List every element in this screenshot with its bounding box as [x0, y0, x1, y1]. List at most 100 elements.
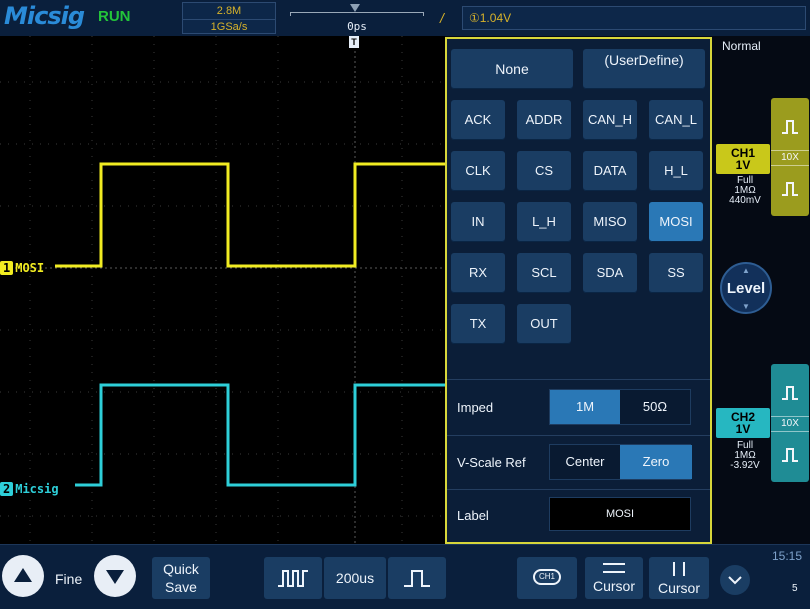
preset-userdefine-button[interactable]: (UserDefine) — [583, 49, 705, 89]
cursor-label: Cursor — [657, 580, 700, 596]
pulse-up-icon[interactable] — [781, 118, 799, 136]
memory-depth: 2.8M — [183, 4, 275, 20]
imped-50ohm-option[interactable]: 50Ω — [620, 390, 690, 424]
preset-in-button[interactable]: IN — [451, 202, 505, 242]
preset-mosi-button[interactable]: MOSI — [649, 202, 703, 242]
arrow-down-icon — [106, 570, 124, 584]
level-down-icon: ▼ — [742, 302, 750, 311]
imped-selector[interactable]: 1M 50Ω — [549, 389, 691, 425]
preset-can-h-button[interactable]: CAN_H — [583, 100, 637, 140]
imped-label: Imped — [457, 400, 494, 415]
trigger-level-box[interactable]: ①1.04V — [462, 6, 806, 30]
vscale-center-option[interactable]: Center — [550, 445, 620, 479]
run-state[interactable]: RUN — [98, 8, 131, 25]
sample-rate: 1GSa/s — [210, 21, 248, 33]
vscale-ref-selector[interactable]: Center Zero — [549, 444, 692, 480]
ch1-info: Full 1MΩ 440mV — [720, 176, 770, 206]
preset-rx-button[interactable]: RX — [451, 253, 505, 293]
pulse-down-icon[interactable] — [781, 446, 799, 464]
trigger-marker-icon[interactable]: T — [349, 36, 359, 48]
ch2-tag: 2 — [0, 482, 14, 496]
bottom-bar: Fine Quick Save 200us CH1 Cursor Cursor … — [0, 544, 810, 609]
quick-save-line-2: Save — [165, 579, 197, 595]
wide-pulse-icon — [404, 570, 430, 587]
ch2-probe-panel[interactable]: 10X — [771, 364, 809, 482]
timebase-value[interactable]: 200us — [324, 557, 386, 599]
battery-indicator: 5 — [792, 583, 798, 594]
expand-menu-button[interactable] — [720, 565, 750, 595]
channel-select-button[interactable]: CH1 — [517, 557, 577, 599]
channel-label-panel: None (UserDefine) ACK ADDR CAN_H CAN_L C… — [445, 37, 712, 544]
pulse-up-icon[interactable] — [781, 384, 799, 402]
horizontal-position-bar[interactable]: 0ps — [282, 2, 432, 34]
level-label: Level — [726, 280, 766, 297]
level-up-icon: ▲ — [742, 266, 750, 275]
label-value-field[interactable]: MOSI — [549, 497, 691, 531]
chevron-down-icon — [728, 576, 742, 585]
acquisition-box[interactable]: 2.8M 1GSa/s — [182, 2, 276, 34]
fine-down-button[interactable] — [94, 555, 136, 597]
ch2-info: Full 1MΩ -3.92V — [720, 441, 770, 471]
preset-none-button[interactable]: None — [451, 49, 573, 89]
ch1-scale-badge[interactable]: CH1 1V — [716, 144, 770, 174]
ch2-scale-badge[interactable]: CH2 1V — [716, 408, 770, 438]
preset-out-button[interactable]: OUT — [517, 304, 571, 344]
preset-ss-button[interactable]: SS — [649, 253, 703, 293]
timeline-track — [290, 12, 424, 16]
arrow-up-icon — [14, 568, 32, 582]
right-sidebar: Normal 10X CH1 1V Full 1MΩ 440mV ▲ Level… — [712, 36, 810, 544]
preset-clk-button[interactable]: CLK — [451, 151, 505, 191]
ch1-trace — [55, 162, 445, 268]
preset-miso-button[interactable]: MISO — [583, 202, 637, 242]
panel-divider — [447, 489, 710, 490]
preset-h-l-button[interactable]: H_L — [649, 151, 703, 191]
ch1-probe-panel[interactable]: 10X — [771, 98, 809, 216]
vertical-cursor-icon — [673, 562, 685, 576]
timebase-faster-button[interactable] — [264, 557, 322, 599]
fine-label[interactable]: Fine — [55, 571, 82, 587]
cursor-label: Cursor — [592, 578, 635, 594]
quick-save-button[interactable]: Quick Save — [152, 557, 210, 599]
preset-tx-button[interactable]: TX — [451, 304, 505, 344]
preset-can-l-button[interactable]: CAN_L — [649, 100, 703, 140]
ch2-scale: 1V — [735, 422, 751, 436]
panel-divider — [447, 379, 710, 380]
preset-addr-button[interactable]: ADDR — [517, 100, 571, 140]
imped-1m-option[interactable]: 1M — [550, 390, 620, 424]
level-knob[interactable]: ▲ Level ▼ — [720, 262, 772, 314]
timebase-slower-button[interactable] — [388, 557, 446, 599]
brand-logo: Micsig — [4, 2, 85, 30]
top-bar: Micsig RUN 2.8M 1GSa/s 0ps / ①1.04V — [0, 0, 810, 36]
quick-save-line-1: Quick — [163, 561, 199, 577]
ch2-trace-label[interactable]: 2 Micsig — [0, 482, 59, 496]
vscale-ref-label: V-Scale Ref — [457, 455, 526, 470]
preset-sda-button[interactable]: SDA — [583, 253, 637, 293]
preset-ack-button[interactable]: ACK — [451, 100, 505, 140]
waveform-display[interactable]: T 1 MOSI 2 Micsig — [0, 36, 445, 544]
ch1-offset: 440mV — [729, 195, 761, 206]
narrow-pulse-icon — [278, 570, 308, 587]
label-row-label: Label — [457, 508, 489, 523]
trigger-position-marker-icon[interactable] — [350, 4, 360, 12]
preset-l-h-button[interactable]: L_H — [517, 202, 571, 242]
preset-cs-button[interactable]: CS — [517, 151, 571, 191]
time-offset: 0ps — [347, 20, 367, 33]
rising-edge-icon[interactable]: / — [440, 10, 444, 26]
ch2-label-text: Micsig — [15, 482, 59, 496]
vscale-zero-option[interactable]: Zero — [620, 445, 692, 479]
waveform-svg — [0, 36, 445, 544]
ch1-chip-icon: CH1 — [533, 569, 561, 585]
ch1-trace-label[interactable]: 1 MOSI — [0, 261, 44, 275]
cursor-vertical-button[interactable]: Cursor — [649, 557, 709, 599]
ch1-probe-ratio[interactable]: 10X — [771, 150, 809, 166]
ch2-offset: -3.92V — [730, 460, 760, 471]
preset-scl-button[interactable]: SCL — [517, 253, 571, 293]
trigger-mode[interactable]: Normal — [722, 39, 761, 53]
preset-data-button[interactable]: DATA — [583, 151, 637, 191]
ch2-trace — [75, 383, 445, 487]
pulse-down-icon[interactable] — [781, 180, 799, 198]
ch1-scale: 1V — [735, 158, 751, 172]
fine-up-button[interactable] — [2, 555, 44, 597]
cursor-horizontal-button[interactable]: Cursor — [585, 557, 643, 599]
ch2-probe-ratio[interactable]: 10X — [771, 416, 809, 432]
